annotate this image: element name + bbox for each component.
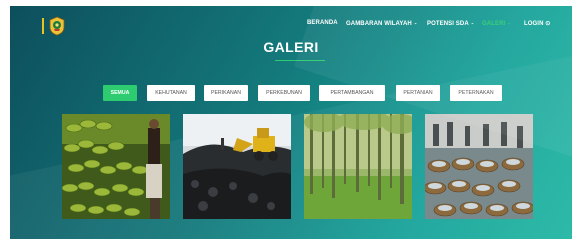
filter-perikanan[interactable]: PERIKANAN (204, 85, 248, 101)
nav-potensi-sda[interactable]: POTENSI SDA ⌄ (427, 20, 474, 27)
fish-market-photo (425, 114, 533, 219)
nav-potensi-sda-label: POTENSI SDA (427, 21, 469, 27)
filter-kehutanan[interactable]: KEHUTANAN (147, 85, 195, 101)
nav-login-label: LOGIN (524, 21, 544, 27)
gallery-filter-bar: SEMUA KEHUTANAN PERIKANAN PERKEBUNAN PER… (10, 85, 572, 101)
chevron-down-icon: ⌄ (470, 20, 475, 25)
gallery-item-fish[interactable] (425, 114, 533, 219)
filter-peternakan[interactable]: PETERNAKAN (450, 85, 502, 101)
coal-excavator-photo (183, 114, 291, 219)
page-title: GALERI (263, 39, 319, 55)
forest-plantation-photo (304, 114, 412, 219)
gallery-item-bananas[interactable] (62, 114, 170, 219)
title-underline (275, 60, 325, 61)
gallery-item-coal[interactable] (183, 114, 291, 219)
gallery-grid (10, 114, 572, 219)
banana-harvest-photo (62, 114, 170, 219)
filter-pertanian[interactable]: PERTANIAN (396, 85, 440, 101)
filter-perkebunan[interactable]: PERKEBUNAN (258, 85, 310, 101)
nav-login[interactable]: LOGIN ⊙ (524, 20, 550, 27)
nav-galeri[interactable]: GALERI ⌄ (482, 20, 511, 27)
filter-semua[interactable]: SEMUA (103, 85, 137, 101)
nav-gambaran-wilayah-label: GAMBARAN WILAYAH (346, 21, 412, 27)
main-navigation: BERANDA GAMBARAN WILAYAH ⌄ POTENSI SDA ⌄ G… (10, 20, 572, 32)
nav-gambaran-wilayah[interactable]: GAMBARAN WILAYAH ⌄ (346, 20, 417, 27)
gallery-item-forest[interactable] (304, 114, 412, 219)
nav-galeri-label: GALERI (482, 21, 506, 27)
chevron-down-icon: ⌄ (413, 20, 418, 25)
nav-beranda[interactable]: BERANDA (307, 20, 338, 26)
chevron-down-icon: ⌄ (507, 20, 511, 25)
page-background: BERANDA GAMBARAN WILAYAH ⌄ POTENSI SDA ⌄ G… (10, 6, 572, 239)
login-icon: ⊙ (545, 21, 551, 27)
filter-pertambangan[interactable]: PERTAMBANGAN (319, 85, 385, 101)
